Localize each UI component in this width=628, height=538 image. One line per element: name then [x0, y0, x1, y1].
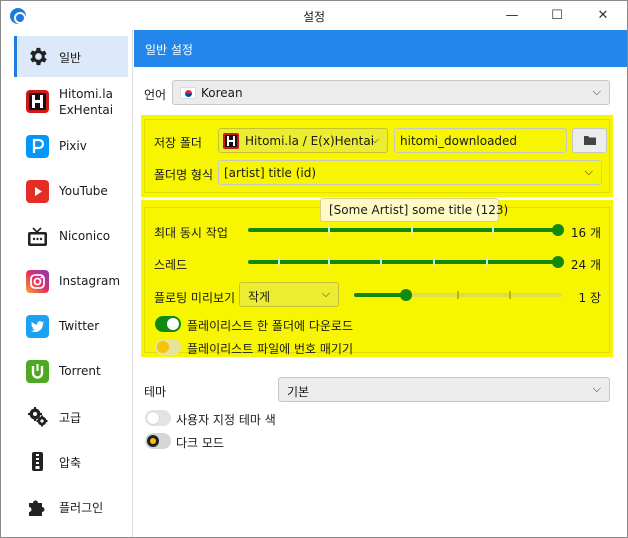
folder-format-tooltip: [Some Artist] some title (123) — [320, 198, 508, 222]
section-header: 일반 설정 — [134, 30, 627, 67]
theme-select[interactable]: 기본 ⌵ — [278, 377, 610, 402]
gear-icon — [26, 45, 49, 68]
sidebar-item-label: YouTube — [59, 184, 108, 198]
sidebar-item-plugins[interactable]: 플러그인 — [14, 486, 128, 527]
folder-format-label: 폴더명 형식 — [154, 168, 214, 182]
slider-tick — [411, 226, 414, 234]
minimize-button[interactable]: — — [489, 1, 535, 30]
slider-fill — [248, 260, 558, 264]
sidebar-item-label: 플러그인 — [59, 501, 104, 515]
folder-icon — [584, 136, 596, 145]
close-button[interactable]: ✕ — [580, 1, 626, 30]
playlist-one-folder-toggle[interactable] — [155, 316, 181, 332]
floating-preview-value: 1 장 — [578, 291, 602, 305]
sidebar-item-compress[interactable]: 압축 — [14, 441, 128, 482]
concurrent-slider[interactable] — [248, 222, 564, 238]
sidebar-item-twitter[interactable]: Twitter — [14, 306, 128, 347]
sidebar-item-instagram[interactable]: Instagram — [14, 261, 128, 302]
pixiv-icon — [26, 135, 49, 158]
custom-theme-color-toggle[interactable] — [145, 410, 171, 426]
save-folder-site-value: Hitomi.la / E(x)Hentai — [245, 134, 375, 148]
sidebar-item-label: Hitomi.la ExHentai — [59, 87, 114, 117]
sidebar-item-label: Pixiv — [59, 139, 87, 153]
threads-label: 스레드 — [154, 258, 188, 272]
sidebar-item-label: 압축 — [59, 456, 82, 470]
slider-handle[interactable] — [400, 289, 412, 301]
save-folder-path-input[interactable]: hitomi_downloaded — [394, 128, 567, 153]
korea-flag-icon — [180, 87, 196, 99]
chevron-down-icon: ⌵ — [592, 85, 601, 98]
sidebar-item-torrent[interactable]: Torrent — [14, 351, 128, 392]
instagram-icon — [26, 270, 49, 293]
youtube-icon — [26, 180, 49, 203]
slider-tick — [485, 258, 488, 266]
threads-slider[interactable] — [248, 254, 564, 270]
folder-format-value: [artist] title (id) — [224, 166, 317, 180]
language-value: Korean — [201, 86, 243, 100]
sidebar-item-advanced[interactable]: 고급 — [14, 396, 128, 437]
sidebar: 일반 Hitomi.la ExHentai Pixiv YouTube Nico — [1, 30, 133, 537]
zip-icon — [26, 450, 49, 473]
floating-preview-size-value: 작게 — [248, 290, 271, 304]
sidebar-item-pixiv[interactable]: Pixiv — [14, 126, 128, 167]
sidebar-item-label: Instagram — [59, 274, 121, 288]
chevron-down-icon: ⌵ — [321, 287, 330, 300]
torrent-icon — [26, 360, 49, 383]
gears-icon — [26, 405, 49, 428]
page-title: 일반 설정 — [145, 43, 193, 57]
floating-preview-size-select[interactable]: 작게 ⌵ — [239, 282, 339, 307]
title-bar: 설정 — ☐ ✕ — [1, 1, 627, 30]
maximize-button[interactable]: ☐ — [534, 1, 580, 30]
sidebar-item-youtube[interactable]: YouTube — [14, 171, 128, 212]
chevron-down-icon: ⌵ — [592, 382, 601, 395]
hitomi-icon — [223, 133, 239, 149]
save-folder-label: 저장 폴더 — [154, 136, 202, 150]
slider-tick — [278, 258, 280, 266]
language-label: 언어 — [144, 88, 167, 102]
folder-format-input[interactable]: [artist] title (id) ⌵ — [218, 160, 602, 185]
playlist-numbering-label: 플레이리스트 파일에 번호 매기기 — [187, 342, 354, 356]
theme-value: 기본 — [287, 385, 310, 399]
concurrent-label: 최대 동시 작업 — [154, 226, 228, 240]
slider-tick — [457, 291, 459, 299]
sidebar-item-niconico[interactable]: Niconico — [14, 216, 128, 257]
sidebar-item-label: Niconico — [59, 229, 111, 243]
slider-fill — [248, 228, 558, 232]
floating-preview-label: 플로팅 미리보기 — [154, 291, 236, 305]
slider-tick — [327, 258, 330, 266]
slider-tick — [433, 258, 435, 266]
theme-label: 테마 — [144, 385, 167, 399]
sidebar-item-general[interactable]: 일반 — [14, 36, 128, 77]
sidebar-item-label: Torrent — [59, 364, 101, 378]
sidebar-item-label: 일반 — [59, 51, 82, 65]
sidebar-item-label: 고급 — [59, 411, 82, 425]
niconico-icon — [26, 225, 49, 248]
playlist-numbering-toggle[interactable] — [155, 339, 181, 355]
slider-tick — [327, 226, 330, 234]
concurrent-value: 16 개 — [570, 226, 601, 240]
custom-theme-color-label: 사용자 지정 테마 색 — [176, 413, 276, 427]
browse-folder-button[interactable] — [572, 128, 607, 153]
slider-fill — [354, 293, 406, 297]
chevron-down-icon: ⌵ — [370, 133, 379, 146]
save-folder-site-select[interactable]: Hitomi.la / E(x)Hentai ⌵ — [218, 128, 388, 153]
moon-icon — [147, 435, 159, 447]
dark-mode-label: 다크 모드 — [176, 436, 224, 450]
save-folder-path-value: hitomi_downloaded — [400, 134, 518, 148]
sidebar-item-hitomi[interactable]: Hitomi.la ExHentai — [14, 81, 128, 122]
twitter-icon — [26, 315, 49, 338]
chevron-down-icon: ⌵ — [584, 165, 593, 178]
puzzle-icon — [26, 495, 49, 518]
sidebar-item-label: Twitter — [59, 319, 100, 333]
floating-preview-slider[interactable] — [354, 287, 562, 303]
settings-window: 설정 — ☐ ✕ 일반 Hitomi.la ExHentai Pixiv You… — [0, 0, 628, 538]
slider-tick — [509, 291, 511, 299]
playlist-one-folder-label: 플레이리스트 한 폴더에 다운로드 — [187, 319, 354, 333]
slider-tick — [380, 258, 383, 266]
dark-mode-toggle[interactable] — [145, 433, 171, 449]
hitomi-icon — [26, 90, 49, 113]
slider-tick — [491, 226, 494, 234]
threads-value: 24 개 — [570, 258, 601, 272]
language-select[interactable]: Korean ⌵ — [172, 80, 610, 105]
